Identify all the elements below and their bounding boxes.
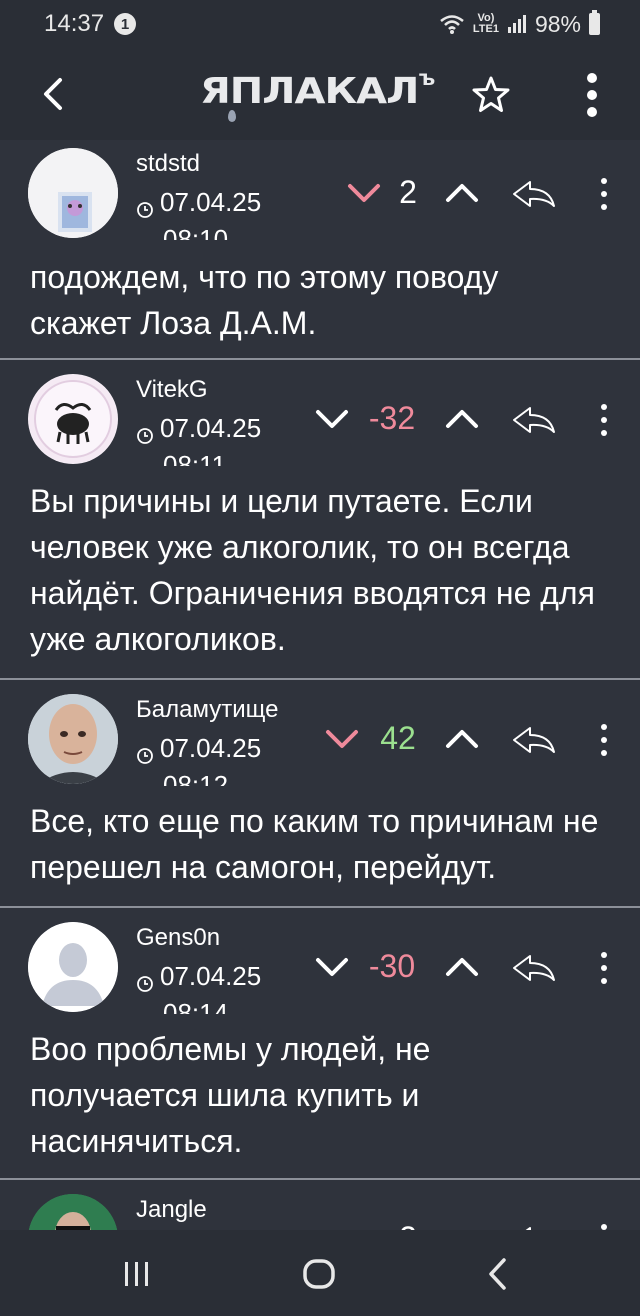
network-type: Vo) LTE1 bbox=[473, 13, 499, 35]
comment-time: 08:12 bbox=[163, 772, 228, 786]
vote-up-icon[interactable] bbox=[442, 404, 482, 434]
avatar[interactable] bbox=[28, 1194, 118, 1230]
back-arrow-icon[interactable] bbox=[34, 74, 74, 114]
reply-icon[interactable] bbox=[510, 950, 558, 986]
username[interactable]: Gens0n bbox=[136, 924, 220, 952]
status-bar: 14:37 1 Vo) LTE1 98% bbox=[0, 0, 640, 48]
avatar-image bbox=[28, 1194, 118, 1230]
avatar-image bbox=[28, 148, 118, 238]
comment-date: 07.04.25 bbox=[160, 733, 262, 763]
comment-item: Gens0n 07.04.25 08:14 -30 Воо проблемы у… bbox=[0, 908, 640, 1178]
comment-score: -30 bbox=[368, 948, 416, 984]
avatar[interactable] bbox=[28, 148, 118, 238]
vote-down-icon[interactable] bbox=[312, 404, 352, 434]
reply-icon[interactable] bbox=[510, 402, 558, 438]
vote-up-icon[interactable] bbox=[442, 178, 482, 208]
clock-icon bbox=[137, 202, 153, 218]
home-icon[interactable] bbox=[302, 1258, 336, 1290]
comment-time: 08:14 bbox=[163, 1000, 228, 1014]
avatar-image bbox=[28, 694, 118, 784]
username[interactable]: Баламутище bbox=[136, 696, 278, 724]
network-lte: LTE1 bbox=[472, 23, 499, 35]
logo-drop-icon bbox=[228, 110, 236, 122]
vote-up-icon[interactable] bbox=[442, 724, 482, 754]
avatar[interactable] bbox=[28, 374, 118, 464]
app-logo[interactable]: ЯПЛАКАЛЪ bbox=[200, 70, 435, 118]
reply-icon[interactable] bbox=[510, 1222, 558, 1230]
battery-level: 98% bbox=[534, 10, 581, 37]
comment-date: 07.04.25 bbox=[160, 961, 262, 991]
logo-text: ЯПЛАКАЛ bbox=[200, 70, 419, 112]
battery-icon bbox=[589, 10, 600, 35]
status-left: 14:37 1 bbox=[44, 10, 137, 38]
status-time: 14:37 bbox=[44, 10, 105, 37]
comment-item: Баламутище 07.04.25 08:12 42 Все, кто ещ… bbox=[0, 680, 640, 906]
comment-feed[interactable]: stdstd 07.04.25 08:10 2 подождем, что по… bbox=[0, 140, 640, 1230]
comment-time: 08:11 bbox=[163, 452, 226, 466]
app-bar: ЯПЛАКАЛЪ bbox=[0, 48, 640, 140]
comment-text: Все, кто еще по каким то причинам не пер… bbox=[30, 803, 599, 885]
comment-item: stdstd 07.04.25 08:10 2 подождем, что по… bbox=[0, 140, 640, 360]
comment-item: Jangle 2 bbox=[0, 1180, 640, 1230]
comment-text: Воо проблемы у людей, не получается шила… bbox=[30, 1031, 431, 1159]
avatar[interactable] bbox=[28, 922, 118, 1012]
back-icon[interactable] bbox=[484, 1256, 512, 1292]
star-icon[interactable] bbox=[470, 74, 512, 116]
comment-score: -32 bbox=[368, 400, 416, 436]
avatar[interactable] bbox=[28, 694, 118, 784]
more-vert-icon[interactable] bbox=[596, 402, 612, 438]
notification-badge: 1 bbox=[114, 13, 137, 35]
comment-time: 08:10 bbox=[163, 226, 228, 240]
clock-icon bbox=[137, 428, 153, 444]
more-vert-icon[interactable] bbox=[596, 1222, 612, 1230]
clock-icon bbox=[137, 748, 153, 764]
wifi-icon bbox=[440, 15, 464, 34]
username[interactable]: VitekG bbox=[136, 376, 208, 404]
comment-item: VitekG 07.04.25 08:11 -32 Вы причины и ц… bbox=[0, 360, 640, 678]
more-vert-icon[interactable] bbox=[596, 722, 612, 758]
comment-score: 2 bbox=[378, 1220, 438, 1230]
username[interactable]: stdstd bbox=[136, 150, 200, 178]
comment-date: 07.04.25 bbox=[160, 413, 262, 443]
taurus-avatar-icon bbox=[29, 375, 117, 463]
more-vert-icon[interactable] bbox=[596, 950, 612, 986]
comment-text: Вы причины и цели путаете. Если человек … bbox=[30, 483, 595, 657]
vote-down-icon[interactable] bbox=[312, 952, 352, 982]
status-right: Vo) LTE1 98% bbox=[439, 10, 600, 38]
reply-icon[interactable] bbox=[510, 722, 558, 758]
recent-apps-icon[interactable] bbox=[122, 1260, 152, 1288]
username[interactable]: Jangle bbox=[136, 1196, 207, 1224]
comment-date: 07.04.25 bbox=[160, 187, 262, 217]
signal-icon bbox=[507, 15, 526, 33]
reply-icon[interactable] bbox=[510, 176, 558, 212]
logo-suffix: Ъ bbox=[418, 70, 435, 90]
comment-score: 2 bbox=[399, 174, 417, 210]
clock-icon bbox=[137, 976, 153, 992]
vote-down-icon[interactable] bbox=[322, 724, 362, 754]
comment-score: 42 bbox=[380, 720, 416, 756]
more-vert-icon[interactable] bbox=[580, 72, 604, 118]
more-vert-icon[interactable] bbox=[596, 176, 612, 212]
default-user-avatar-icon bbox=[28, 922, 118, 1012]
comment-text: подождем, что по этому поводу скажет Лоз… bbox=[30, 259, 499, 341]
vote-up-icon[interactable] bbox=[442, 952, 482, 982]
system-nav-bar bbox=[0, 1230, 640, 1316]
